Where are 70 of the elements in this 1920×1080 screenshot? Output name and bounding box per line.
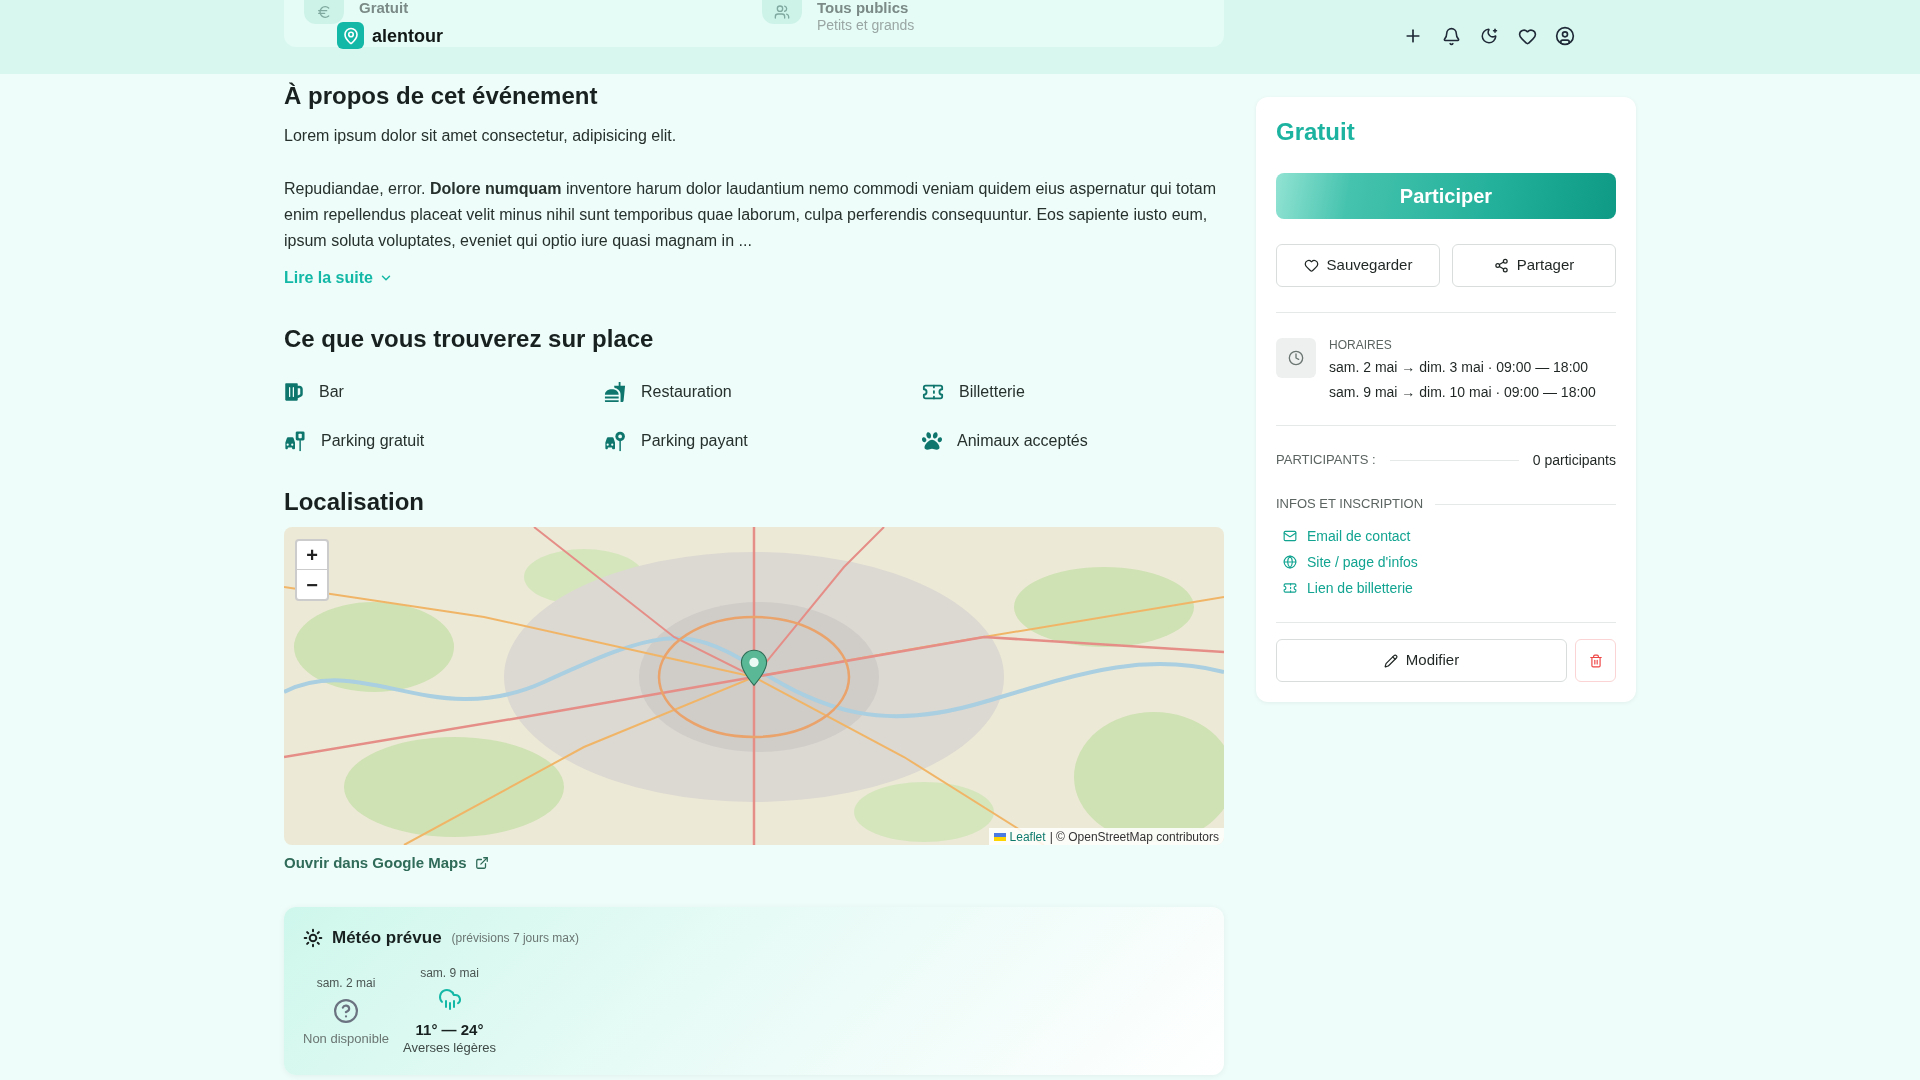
burger-drink-icon <box>604 381 626 403</box>
amenity-label: Restauration <box>641 382 732 402</box>
schedule-line: sam. 2 mai → dim. 3 mai · 09:00 — 18:00 <box>1329 358 1590 377</box>
favorites-button[interactable] <box>1517 26 1537 46</box>
paragraph: Lorem ipsum dolor sit amet consectetur, adipisicing elit. <box>284 126 677 146</box>
weather-date: sam. 2 mai <box>316 974 376 991</box>
edit-button[interactable]: Modifier <box>1276 639 1567 682</box>
amenity-label: Animaux acceptés <box>957 431 1088 451</box>
info-link[interactable]: Email de contact <box>1283 525 1616 547</box>
schedule-line: sam. 9 mai → dim. 10 mai · 09:00 — 18:00 <box>1329 383 1596 402</box>
beer-mug-icon <box>284 382 304 402</box>
notifications-button[interactable] <box>1441 26 1461 46</box>
pencil-icon <box>1383 653 1398 668</box>
clock-icon <box>1276 338 1316 378</box>
cloud-rain-icon <box>437 987 462 1011</box>
zoom-in-button[interactable]: + <box>297 541 327 570</box>
section-heading: Ce que vous trouverez sur place <box>284 324 654 354</box>
weather-note: (prévisions 7 jours max) <box>451 930 579 947</box>
zoom-out-button[interactable]: − <box>297 570 327 599</box>
weather-status: Averses légères <box>403 1040 496 1055</box>
weather-temperature: 11° — 24° <box>415 1020 484 1040</box>
summary-title: Tous publics <box>817 0 910 16</box>
amenity-label: Parking gratuit <box>321 431 425 451</box>
weather-title: Météo prévue <box>332 927 442 950</box>
heart-icon <box>1303 258 1319 273</box>
share-button[interactable]: Partager <box>1452 244 1616 287</box>
share-icon <box>1493 258 1509 273</box>
car-sign-icon <box>284 430 306 452</box>
paragraph: Repudiandae, error. Dolore numquam inventore harum dolor laudantium nemo commodi veniam quidem eius aspernatur qui totam enim repellendus placeat velit minus nihil sunt temporibus quae laborum, culpa perferendis consequuntur. Eos sapiente iusto eum, ipsum soluta voluptates, eveniet qui optio iure quasi magnam in ... <box>284 179 1217 251</box>
trash-icon <box>1588 653 1603 668</box>
paw-icon <box>922 431 942 451</box>
external-link-icon <box>474 856 489 870</box>
ticket-icon <box>1283 581 1297 595</box>
weather-status: Non disponible <box>303 1030 389 1046</box>
google-maps-link[interactable]: Ouvrir dans Google Maps <box>284 853 489 873</box>
car-round-sign-icon <box>604 430 626 452</box>
sun-icon <box>303 928 323 948</box>
theme-toggle-button[interactable] <box>1479 26 1499 46</box>
section-heading: À propos de cet événement <box>284 81 598 111</box>
info-link[interactable]: Site / page d'infos <box>1283 551 1616 573</box>
account-button[interactable] <box>1555 26 1575 46</box>
participants-label: PARTICIPANTS : <box>1276 451 1376 470</box>
price: Gratuit <box>1276 117 1356 147</box>
flag-icon <box>993 832 1006 841</box>
globe-icon <box>1283 555 1297 569</box>
euro-icon <box>304 0 344 24</box>
mail-icon <box>1283 529 1297 543</box>
question-circle-icon <box>334 998 358 1023</box>
attribution-link[interactable]: Leaflet <box>1009 828 1046 845</box>
info-link[interactable]: Lien de billetterie <box>1283 577 1616 599</box>
heart-icon <box>1517 26 1537 46</box>
participants-count: 0 participants <box>1532 450 1616 470</box>
schedule-label: HORAIRES <box>1329 337 1393 353</box>
section-heading: Localisation <box>284 487 425 517</box>
moon-stars-icon <box>1480 27 1498 45</box>
save-button[interactable]: Sauvegarder <box>1276 244 1440 287</box>
attribution-text: | © OpenStreetMap contributors <box>1049 828 1219 845</box>
weather-date: sam. 9 mai <box>420 965 479 981</box>
bell-icon <box>1441 26 1461 46</box>
summary-subtitle: Petits et grands <box>817 16 915 34</box>
summary-title: Gratuit <box>359 0 409 16</box>
delete-button[interactable] <box>1575 639 1616 682</box>
brand-name[interactable]: alentour <box>372 23 443 48</box>
amenity-label: Parking payant <box>641 431 748 451</box>
infos-label: INFOS ET INSCRIPTION <box>1276 495 1424 514</box>
map-pin-icon[interactable] <box>740 649 768 687</box>
users-icon <box>762 0 802 24</box>
amenity-label: Bar <box>319 382 344 402</box>
amenity-label: Billetterie <box>959 382 1025 402</box>
user-circle-icon <box>1555 26 1575 46</box>
